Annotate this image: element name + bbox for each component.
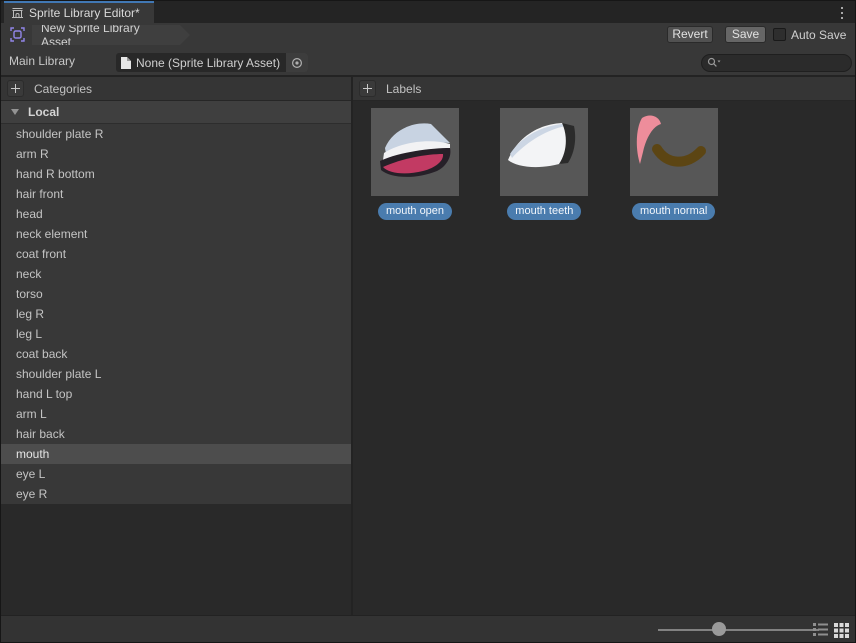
category-row-arm-R[interactable]: arm R [1,144,351,164]
kebab-menu-icon[interactable] [835,5,849,21]
category-label: leg L [16,327,42,341]
label-item-mouth-open: mouth open [371,108,459,220]
list-view-icon[interactable] [812,621,829,638]
asset-bar: Main Library None (Sprite Library Asset) [1,47,855,77]
category-row-shoulder-plate-L[interactable]: shoulder plate L [1,364,351,384]
labels-title: Labels [386,82,421,96]
auto-save-label: Auto Save [791,28,846,42]
panel-divider[interactable] [351,77,353,615]
category-label: eye R [16,487,47,501]
category-label: arm L [16,407,47,421]
add-category-button[interactable] [7,80,24,97]
label-item-mouth-normal: mouth normal [630,108,718,220]
categories-header: Categories [1,77,351,101]
toolbar: New Sprite Library Asset Revert Save Aut… [1,23,855,47]
grid-view-icon[interactable] [833,621,850,638]
search-field[interactable] [701,54,852,72]
revert-button[interactable]: Revert [667,26,713,43]
sprite-library-icon [11,7,24,20]
slider-handle[interactable] [712,622,726,636]
sprite-thumbnail-mouth-open[interactable] [371,108,459,196]
sprite-thumbnail-mouth-normal[interactable] [630,108,718,196]
category-label: hand R bottom [16,167,95,181]
mouth-normal-sprite [630,108,718,196]
category-label: neck element [16,227,87,241]
search-icon [707,57,721,69]
category-label: shoulder plate L [16,367,101,381]
local-foldout-label: Local [28,105,59,119]
category-row-leg-L[interactable]: leg L [1,324,351,344]
mouth-teeth-sprite [500,108,588,196]
breadcrumb[interactable]: New Sprite Library Asset [32,25,190,45]
category-row-hair-front[interactable]: hair front [1,184,351,204]
tab-sprite-library-editor[interactable]: Sprite Library Editor* [4,1,154,23]
main-library-object-field[interactable]: None (Sprite Library Asset) [116,53,308,72]
save-button[interactable]: Save [725,26,766,43]
tab-title: Sprite Library Editor* [29,6,140,20]
category-row-coat-back[interactable]: coat back [1,344,351,364]
tab-bar: Sprite Library Editor* [1,1,855,23]
labels-header: Labels [353,77,855,101]
labels-grid: mouth open mouth teeth [353,101,855,220]
sprite-asset-icon [10,27,25,42]
object-picker-icon[interactable] [286,53,308,72]
category-label: arm R [16,147,49,161]
category-label: head [16,207,43,221]
category-row-eye-R[interactable]: eye R [1,484,351,504]
label-pill-mouth-normal[interactable]: mouth normal [632,203,715,220]
category-row-hand-R-bottom[interactable]: hand R bottom [1,164,351,184]
category-row-mouth[interactable]: mouth [1,444,351,464]
auto-save-checkbox[interactable] [773,28,786,41]
category-row-hair-back[interactable]: hair back [1,424,351,444]
category-label: hand L top [16,387,72,401]
breadcrumb-label: New Sprite Library Asset [41,21,172,49]
sprite-library-editor-window: Sprite Library Editor* New Sprite Librar… [0,0,856,643]
label-pill-mouth-teeth[interactable]: mouth teeth [507,203,581,220]
category-row-head[interactable]: head [1,204,351,224]
category-label: eye L [16,467,45,481]
category-label: neck [16,267,41,281]
chevron-down-icon [11,109,19,115]
label-item-mouth-teeth: mouth teeth [500,108,588,220]
footer-bar [1,615,855,642]
main-library-label: Main Library [9,47,75,75]
category-row-arm-L[interactable]: arm L [1,404,351,424]
sprite-thumbnail-mouth-teeth[interactable] [500,108,588,196]
category-list: shoulder plate R arm R hand R bottom hair f… [1,124,351,504]
labels-panel: Labels mouth open [353,77,855,615]
thumbnail-size-slider[interactable] [658,629,819,631]
category-label: hair back [16,427,65,441]
category-label: coat front [16,247,66,261]
category-row-neck-element[interactable]: neck element [1,224,351,244]
category-label: hair front [16,187,63,201]
category-row-neck[interactable]: neck [1,264,351,284]
category-label: coat back [16,347,67,361]
mouth-open-sprite [371,108,459,196]
category-label: torso [16,287,43,301]
search-input[interactable] [721,56,841,70]
category-row-shoulder-plate-R[interactable]: shoulder plate R [1,124,351,144]
target-icon [291,57,303,69]
category-row-eye-L[interactable]: eye L [1,464,351,484]
local-foldout[interactable]: Local [1,101,351,124]
categories-panel: Categories Local shoulder plate R arm R ha… [1,77,351,615]
label-pill-mouth-open[interactable]: mouth open [378,203,452,220]
category-label: shoulder plate R [16,127,103,141]
category-label: leg R [16,307,44,321]
category-label: mouth [16,447,49,461]
category-row-hand-L-top[interactable]: hand L top [1,384,351,404]
object-field-value: None (Sprite Library Asset) [136,56,280,70]
category-row-coat-front[interactable]: coat front [1,244,351,264]
category-row-leg-R[interactable]: leg R [1,304,351,324]
category-row-torso[interactable]: torso [1,284,351,304]
categories-title: Categories [34,82,92,96]
add-label-button[interactable] [359,80,376,97]
file-icon [121,57,131,69]
